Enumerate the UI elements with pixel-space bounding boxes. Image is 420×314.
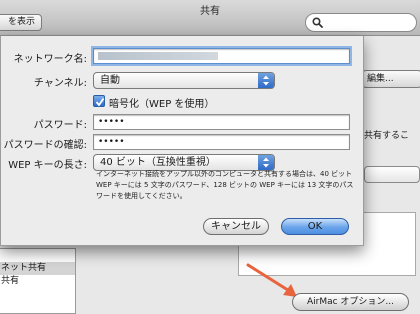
password-field[interactable]: ••••• (93, 114, 350, 130)
network-name-label: ネットワーク名: (13, 54, 87, 65)
search-input[interactable] (305, 13, 417, 32)
list-item[interactable]: 共有 (0, 275, 75, 288)
confirm-password-label: パスワードの確認: (3, 140, 87, 151)
airmac-options-sheet: ネットワーク名: チャンネル: 自動 暗号化（WEP を使用） パスワード: •… (0, 36, 364, 246)
channel-popup[interactable]: 自動 (93, 72, 275, 89)
popup-arrows-icon (258, 73, 274, 88)
network-name-field[interactable] (93, 48, 350, 64)
window-titlebar: 共有 を表示 (0, 0, 420, 36)
confirm-password-value: ••••• (98, 137, 125, 147)
wep-length-value: 40 ビット（互換性重視） (100, 157, 216, 168)
edit-button[interactable]: 編集... (362, 70, 420, 88)
wep-help-text: インターネット接続をアップル以外のコンピュータと共有する場合は、40 ビット W… (96, 170, 354, 200)
show-all-button[interactable]: を表示 (0, 14, 42, 31)
checkmark-icon (95, 97, 105, 107)
channel-label: チャンネル: (33, 78, 87, 89)
background-popup[interactable] (364, 166, 420, 183)
service-list[interactable]: ネット共有 共有 (0, 248, 76, 314)
wep-length-label: WEP キーの長さ: (8, 160, 87, 171)
share-description: 共有するこ (364, 131, 410, 141)
password-value: ••••• (98, 117, 125, 127)
list-item[interactable]: ネット共有 (0, 262, 75, 275)
confirm-password-field[interactable]: ••••• (93, 134, 350, 150)
list-item[interactable] (0, 249, 75, 262)
redacted-network-name (98, 52, 218, 60)
password-label: パスワード: (33, 120, 87, 131)
encrypt-checkbox[interactable] (93, 95, 105, 107)
search-icon (312, 17, 323, 28)
ok-button[interactable]: OK (281, 218, 349, 235)
channel-value: 自動 (100, 75, 120, 86)
cancel-button[interactable]: キャンセル (203, 218, 269, 235)
popup-arrows-icon (258, 155, 274, 170)
encrypt-checkbox-label: 暗号化（WEP を使用） (109, 99, 215, 110)
airmac-options-button[interactable]: AirMac オプション... (292, 293, 409, 311)
